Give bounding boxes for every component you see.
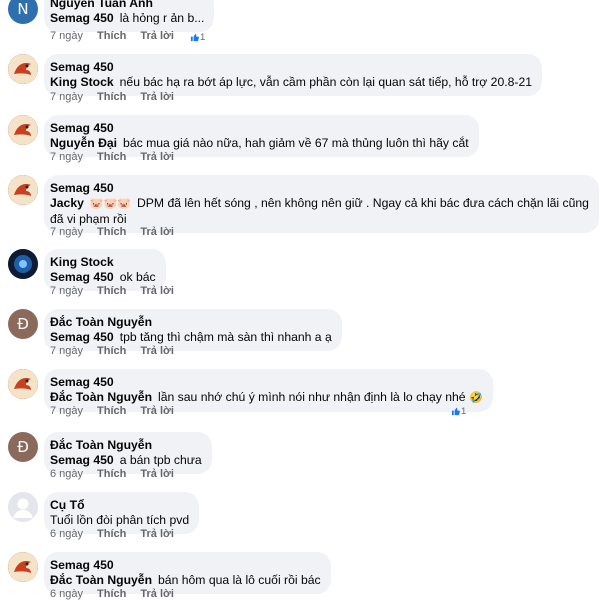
comment-meta: 7 ngày Thích Trả lời [50, 91, 188, 103]
comment-time[interactable]: 6 ngày [50, 528, 83, 540]
comment-text: lần sau nhớ chú ý mình nói như nhận định… [158, 390, 466, 404]
like-button[interactable]: Thích [97, 91, 126, 103]
reply-button[interactable]: Trả lời [140, 468, 174, 480]
comment-text: DPM đã lên hết sóng , nên không nên giữ … [136, 196, 589, 210]
mention-link[interactable]: Nguyễn Đại [50, 136, 117, 150]
comment-bubble: Semag 450 King Stock nếu bác hạ ra bớt áp… [44, 54, 543, 96]
comment-meta: 6 ngày Thích Trả lời [50, 528, 188, 540]
comment-text: Tuổi lồn đòi phân tích pvd [50, 513, 190, 527]
like-button[interactable]: Thích [97, 345, 126, 357]
comment-text: ok bác [119, 270, 156, 284]
default-user-icon [8, 492, 38, 522]
mention-link[interactable]: Semag 450 [50, 270, 114, 284]
dragon-avatar-icon [8, 115, 38, 145]
comment-author[interactable]: Semag 450 [50, 558, 114, 572]
comment-time[interactable]: 7 ngày [50, 151, 83, 163]
reply-button[interactable]: Trả lời [140, 588, 174, 600]
reply-button[interactable]: Trả lời [140, 226, 174, 238]
like-button[interactable]: Thích [97, 405, 126, 417]
comment-meta: 7 ngày Thích Trả lời [50, 285, 188, 297]
comment-author[interactable]: Semag 450 [50, 121, 114, 135]
like-button[interactable]: Thích [97, 30, 126, 42]
comment-author[interactable]: King Stock [50, 255, 114, 269]
comment-time[interactable]: 7 ngày [50, 91, 83, 103]
like-button[interactable]: Thích [97, 226, 126, 238]
reply-button[interactable]: Trả lời [140, 151, 174, 163]
comment-author[interactable]: Semag 450 [50, 60, 114, 74]
comment-text: bán hôm qua là lô cuối rồi bác [158, 573, 321, 587]
mention-link[interactable]: Semag 450 [50, 11, 114, 25]
comment-time[interactable]: 6 ngày [50, 588, 83, 600]
comment-text: a bán tpb chưa [119, 453, 202, 467]
comment-time[interactable]: 7 ngày [50, 226, 83, 238]
comment-author[interactable]: Nguyễn Tuấn Anh [50, 0, 153, 10]
reply-button[interactable]: Trả lời [140, 91, 174, 103]
mention-link[interactable]: Semag 450 [50, 453, 114, 467]
like-button[interactable]: Thích [97, 285, 126, 297]
comment-text: bác mua giá nào nữa, hah giảm về 67 mà t… [123, 136, 469, 150]
comment-meta: 7 ngày Thích Trả lời [50, 226, 188, 238]
avatar[interactable]: Đ [8, 309, 38, 339]
comment-meta: 6 ngày Thích Trả lời [50, 468, 188, 480]
mention-link[interactable]: Đắc Toàn Nguyễn [50, 573, 152, 587]
like-button[interactable]: Thích [97, 468, 126, 480]
comment-time[interactable]: 7 ngày [50, 405, 83, 417]
comment-time[interactable]: 7 ngày [50, 30, 83, 42]
pig-emoji-icon: 🐷🐷🐷 [89, 198, 131, 210]
comment-text: tpb tăng thì chậm mà sàn thì nhanh a ạ [119, 330, 332, 344]
avatar[interactable] [8, 175, 38, 205]
dragon-avatar-icon [8, 175, 38, 205]
comment-text-continued: đã vi phạm rồi [50, 212, 127, 226]
mention-link[interactable]: King Stock [50, 75, 114, 89]
avatar[interactable]: Đ [8, 432, 38, 462]
laughing-emoji-icon: 🤣 [468, 392, 483, 404]
king-stock-avatar-icon [8, 249, 38, 279]
mention-link[interactable]: Semag 450 [50, 330, 114, 344]
comment-meta: 6 ngày Thích Trả lời [50, 588, 188, 600]
reaction-count[interactable]: 1 [190, 32, 205, 43]
comment-time[interactable]: 7 ngày [50, 345, 83, 357]
mention-link[interactable]: Jacky [50, 196, 84, 210]
like-button[interactable]: Thích [97, 151, 126, 163]
like-button[interactable]: Thích [97, 528, 126, 540]
comment-time[interactable]: 7 ngày [50, 285, 83, 297]
reply-button[interactable]: Trả lời [140, 30, 174, 42]
comment-author[interactable]: Cụ Tổ [50, 498, 85, 512]
avatar[interactable] [8, 492, 38, 522]
comment-author[interactable]: Đắc Toàn Nguyễn [50, 315, 152, 329]
dragon-avatar-icon [8, 54, 38, 84]
comment-bubble: Nguyễn Tuấn Anh Semag 450 là hỏng r ản b.… [44, 0, 215, 32]
comment-author[interactable]: Đắc Toàn Nguyễn [50, 438, 152, 452]
comment-bubble: Semag 450 Jacky 🐷🐷🐷 DPM đã lên hết sóng , … [44, 175, 599, 233]
avatar[interactable] [8, 54, 38, 84]
avatar[interactable] [8, 115, 38, 145]
like-icon [451, 407, 460, 416]
reply-button[interactable]: Trả lời [140, 405, 174, 417]
avatar[interactable]: N [8, 0, 38, 24]
comment-text: là hỏng r ản b... [119, 11, 205, 25]
avatar[interactable] [8, 552, 38, 582]
reaction-count[interactable]: 1 [451, 406, 466, 417]
mention-link[interactable]: Đắc Toàn Nguyễn [50, 390, 152, 404]
comment-meta: 7 ngày Thích Trả lời [50, 151, 188, 163]
comment-author[interactable]: Semag 450 [50, 375, 114, 389]
comment-meta: 7 ngày Thích Trả lời [50, 30, 188, 42]
reply-button[interactable]: Trả lời [140, 528, 174, 540]
reply-button[interactable]: Trả lời [140, 345, 174, 357]
comment-author[interactable]: Semag 450 [50, 181, 114, 195]
comment-text: nếu bác hạ ra bớt áp lực, vẫn cầm phần c… [119, 75, 533, 89]
avatar[interactable] [8, 369, 38, 399]
reply-button[interactable]: Trả lời [140, 285, 174, 297]
comment-meta: 7 ngày Thích Trả lời [50, 345, 188, 357]
avatar[interactable] [8, 249, 38, 279]
comment-time[interactable]: 6 ngày [50, 468, 83, 480]
dragon-avatar-icon [8, 552, 38, 582]
like-icon [190, 33, 199, 42]
comment-meta: 7 ngày Thích Trả lời [50, 405, 188, 417]
dragon-avatar-icon [8, 369, 38, 399]
like-button[interactable]: Thích [97, 588, 126, 600]
